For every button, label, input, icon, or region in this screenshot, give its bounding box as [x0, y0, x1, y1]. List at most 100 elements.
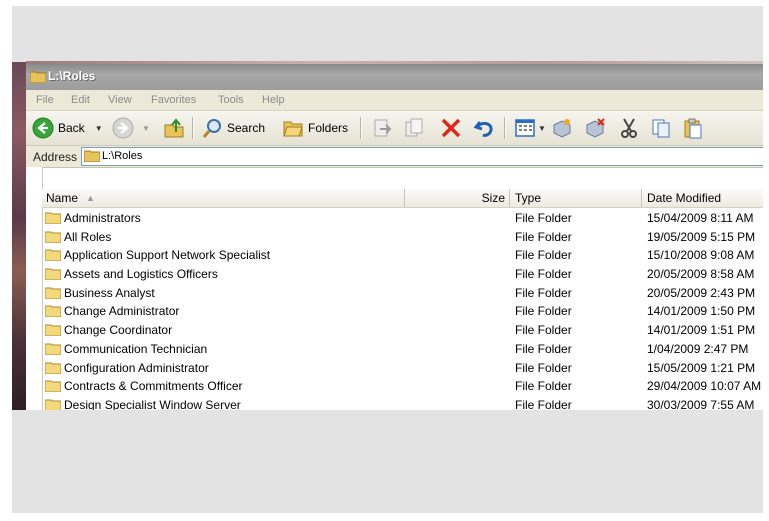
menu-tools[interactable]: Tools: [218, 94, 244, 106]
toolbar-separator: [504, 117, 506, 139]
file-name: All Roles: [64, 229, 112, 244]
move-to-button[interactable]: [371, 116, 393, 140]
file-type: File Folder: [515, 397, 572, 410]
forward-dropdown-icon[interactable]: ▼: [142, 124, 150, 133]
file-type: File Folder: [515, 304, 572, 319]
address-bar: Address L:\Roles: [26, 146, 763, 168]
list-left-margin: [26, 167, 43, 410]
file-date: 20/05/2009 2:43 PM: [647, 285, 756, 300]
toolbar-separator: [360, 117, 362, 139]
desktop-background: [12, 62, 26, 410]
up-folder-button[interactable]: [163, 116, 185, 140]
explorer-window: L:\Roles File Edit View Favorites Tools …: [26, 64, 763, 410]
list-item[interactable]: Administrators File Folder 15/04/2009 8:…: [42, 208, 763, 227]
file-date: 14/01/2009 1:51 PM: [647, 323, 756, 338]
menu-favorites[interactable]: Favorites: [151, 94, 196, 106]
views-dropdown-icon[interactable]: ▼: [538, 124, 546, 133]
file-name: Change Coordinator: [64, 323, 173, 338]
folder-icon: [45, 305, 61, 318]
disconnect-drive-button[interactable]: [584, 116, 606, 140]
map-drive-button[interactable]: [551, 116, 573, 140]
file-name: Business Analyst: [64, 285, 155, 300]
forward-button[interactable]: ▼: [112, 116, 150, 140]
menu-view[interactable]: View: [108, 94, 132, 106]
file-type: File Folder: [515, 229, 572, 244]
paste-icon: [684, 118, 702, 139]
address-value: L:\Roles: [102, 150, 143, 162]
file-date: 15/05/2009 1:21 PM: [647, 360, 756, 375]
file-type: File Folder: [515, 285, 572, 300]
folder-icon: [45, 268, 61, 281]
file-type: File Folder: [515, 211, 572, 225]
list-item[interactable]: Configuration Administrator File Folder …: [42, 358, 763, 377]
file-name: Assets and Logistics Officers: [64, 267, 218, 282]
scissors-icon: [621, 118, 637, 138]
map-drive-icon: [553, 119, 571, 138]
file-name: Communication Technician: [64, 341, 208, 356]
folder-icon: [45, 362, 61, 374]
file-type: File Folder: [515, 360, 572, 375]
column-header-date[interactable]: Date Modified: [642, 189, 763, 207]
folder-icon: [45, 380, 61, 393]
window-title: L:\Roles: [48, 69, 96, 83]
folder-icon: [45, 324, 61, 337]
file-name: Configuration Administrator: [64, 360, 209, 375]
list-item[interactable]: Design Specialist Window Server File Fol…: [42, 395, 763, 410]
copy-to-button[interactable]: [403, 116, 425, 140]
list-item[interactable]: Application Support Network Specialist F…: [42, 245, 763, 264]
search-button[interactable]: Search: [201, 116, 265, 140]
column-header-name[interactable]: Name ▲: [42, 189, 405, 207]
paste-button[interactable]: [682, 116, 704, 140]
folder-icon: [45, 399, 61, 410]
folder-icon: [45, 231, 61, 243]
copy-icon: [652, 119, 670, 138]
copy-button[interactable]: [650, 116, 672, 140]
file-date: 15/10/2008 9:08 AM: [647, 248, 755, 263]
delete-icon: [441, 118, 461, 138]
column-name-label: Name: [46, 191, 79, 205]
menu-edit[interactable]: Edit: [71, 94, 90, 106]
file-type: File Folder: [515, 267, 572, 282]
back-button[interactable]: Back ▼: [32, 116, 103, 140]
folders-icon: [283, 121, 303, 137]
file-type: File Folder: [515, 248, 572, 263]
search-label: Search: [227, 121, 266, 135]
list-item[interactable]: Assets and Logistics Officers File Folde…: [42, 264, 763, 283]
column-header-size[interactable]: Size: [405, 189, 510, 207]
folder-icon: [30, 71, 46, 83]
list-item[interactable]: Change Coordinator File Folder 14/01/200…: [42, 320, 763, 339]
file-date: 20/05/2009 8:58 AM: [647, 267, 755, 282]
list-item[interactable]: Communication Technician File Folder 1/0…: [42, 339, 763, 358]
file-type: File Folder: [515, 323, 572, 338]
file-list: Administrators File Folder 15/04/2009 8:…: [42, 208, 763, 410]
file-name: Administrators: [64, 211, 141, 225]
file-name: Design Specialist Window Server: [64, 397, 241, 410]
disconnect-drive-icon: [586, 118, 605, 138]
column-header-type[interactable]: Type: [510, 189, 642, 207]
menu-file[interactable]: File: [36, 94, 54, 106]
file-name: Contracts & Commitments Officer: [64, 379, 243, 394]
list-item[interactable]: All Roles File Folder 19/05/2009 5:15 PM: [42, 227, 763, 246]
menu-bar: File Edit View Favorites Tools Help: [26, 90, 763, 111]
list-item[interactable]: Contracts & Commitments Officer File Fol…: [42, 376, 763, 395]
title-bar[interactable]: L:\Roles: [26, 64, 763, 90]
back-dropdown-icon[interactable]: ▼: [95, 124, 103, 133]
up-folder-icon: [164, 118, 184, 138]
file-date: 1/04/2009 2:47 PM: [647, 341, 749, 356]
search-icon: [202, 119, 221, 138]
list-item[interactable]: Change Administrator File Folder 14/01/2…: [42, 301, 763, 320]
menu-help[interactable]: Help: [262, 94, 285, 106]
address-input[interactable]: L:\Roles: [81, 147, 763, 166]
list-item[interactable]: Business Analyst File Folder 20/05/2009 …: [42, 283, 763, 302]
delete-button[interactable]: [440, 116, 462, 140]
views-button[interactable]: ▼: [514, 116, 546, 140]
cut-button[interactable]: [618, 116, 640, 140]
file-date: 15/04/2009 8:11 AM: [647, 211, 754, 225]
file-name: Change Administrator: [64, 304, 180, 319]
folders-button[interactable]: Folders: [282, 116, 348, 140]
undo-button[interactable]: [474, 116, 496, 140]
folder-icon: [45, 343, 61, 355]
back-label: Back: [58, 121, 85, 135]
toolbar: Back ▼ ▼ Search Folders ▼: [26, 111, 763, 146]
folder-icon: [45, 249, 61, 262]
